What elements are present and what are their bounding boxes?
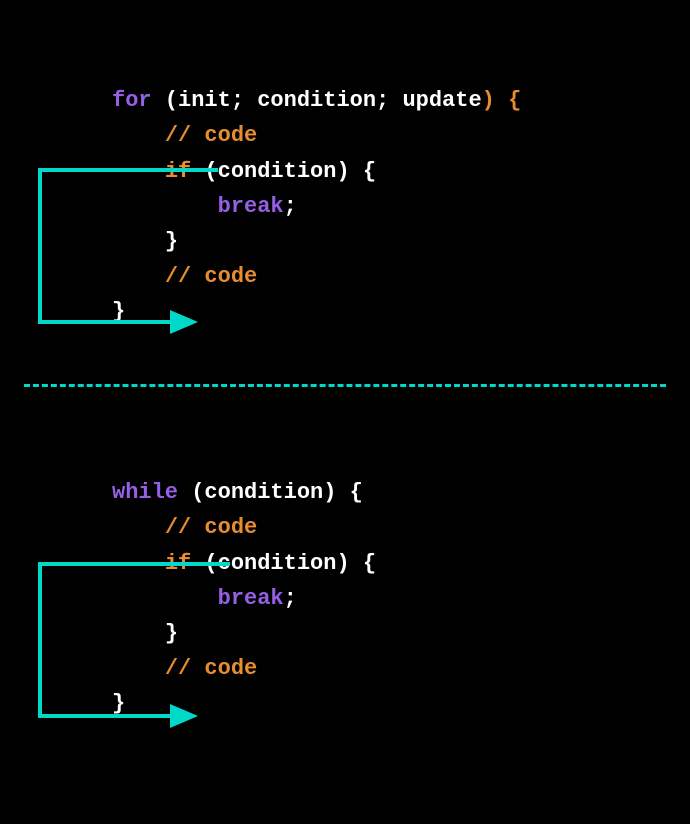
while-if-close: } (165, 621, 178, 646)
for-keyword: for (112, 88, 152, 113)
while-keyword: while (112, 480, 178, 505)
for-break-semi: ; (284, 194, 297, 219)
while-if-cond: (condition) { (191, 551, 376, 576)
while-comment2: // code (165, 656, 257, 681)
for-if-close: } (165, 229, 178, 254)
while-break-semi: ; (284, 586, 297, 611)
while-cond: (condition) { (178, 480, 363, 505)
for-if-cond: (condition) { (191, 159, 376, 184)
section-divider (24, 384, 666, 387)
for-paren-open: ( (152, 88, 178, 113)
while-if-keyword: if (165, 551, 191, 576)
for-paren-close: ) { (482, 88, 522, 113)
for-init: init; condition; update (178, 88, 482, 113)
for-loop-code: for (init; condition; update) { // code … (112, 48, 521, 330)
while-comment1: // code (165, 515, 257, 540)
while-loop-code: while (condition) { // code if (conditio… (112, 440, 376, 722)
for-close-brace: } (112, 299, 125, 324)
for-break-keyword: break (218, 194, 284, 219)
while-close-brace: } (112, 691, 125, 716)
while-break-keyword: break (218, 586, 284, 611)
for-comment2: // code (165, 264, 257, 289)
for-comment1: // code (165, 123, 257, 148)
for-if-keyword: if (165, 159, 191, 184)
